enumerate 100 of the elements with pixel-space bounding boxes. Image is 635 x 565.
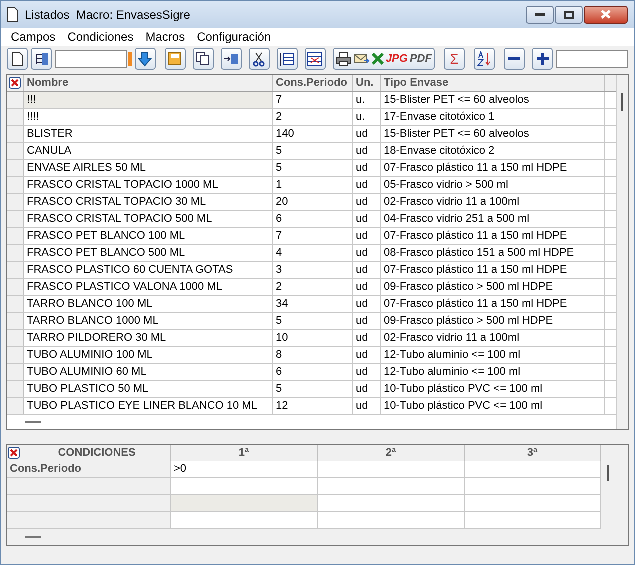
row-selector[interactable] [7,347,24,363]
splitter-marker-icon [128,52,132,66]
row-selector[interactable] [7,313,24,329]
row-selector[interactable] [7,194,24,210]
table-cell: 05-Frasco vidrio > 500 ml [381,177,605,193]
table-cell[interactable] [171,495,318,511]
table-cell: TARRO BLANCO 100 ML [24,296,273,312]
insert-column-icon [223,52,240,66]
row-selector[interactable] [7,126,24,142]
table-cell: 3 [273,262,353,278]
row-selector[interactable] [7,296,24,312]
add-button[interactable] [532,48,554,70]
sort-button[interactable] [474,48,495,70]
table-cell: 34 [273,296,353,312]
table-cell[interactable] [318,495,465,511]
column-header[interactable]: CONDICIONES [58,445,136,461]
envelope-icon [354,52,370,66]
row-selector[interactable] [7,177,24,193]
column-header[interactable]: Cons.Periodo [273,75,353,91]
row-selector[interactable] [7,143,24,159]
maximize-button[interactable] [555,6,583,24]
minimize-icon [535,12,545,16]
splitter-handle[interactable] [25,421,41,423]
table-cell[interactable] [171,478,318,494]
column-header[interactable]: 3ª [527,445,538,461]
row-selector[interactable] [7,109,24,125]
printer-icon [336,52,352,66]
jpg-export-button[interactable]: JPG [386,50,408,68]
table-cell: 07-Frasco plástico 11 a 150 ml HDPE [381,262,605,278]
column-header[interactable]: Tipo Envase [381,75,605,91]
tree-icon [34,52,49,66]
close-grid-icon[interactable] [8,447,20,459]
row-selector[interactable] [7,211,24,227]
table-cell: TUBO PLASTICO 50 ML [24,381,273,397]
table-cell[interactable] [465,461,601,477]
table-cell: 5 [273,143,353,159]
table-cell[interactable] [318,461,465,477]
column-header[interactable]: Nombre [24,75,273,91]
row-selector[interactable] [7,398,24,414]
table-cell[interactable] [465,495,601,511]
menu-item[interactable]: Configuración [191,28,278,46]
table-cell: 5 [273,381,353,397]
row-selector[interactable] [7,245,24,261]
close-grid-icon[interactable] [9,77,21,89]
table-cell: 07-Frasco plástico 11 a 150 ml HDPE [381,228,605,244]
text-field[interactable] [55,50,128,68]
restore-icon [564,10,574,18]
row-selector[interactable] [7,381,24,397]
row-selector[interactable] [7,262,24,278]
scroll-thumb[interactable] [607,465,609,481]
row-selector[interactable] [7,279,24,295]
sum-button[interactable]: Σ [444,48,465,70]
remove-button[interactable] [504,48,525,70]
grid-button[interactable] [304,48,326,70]
table-cell[interactable] [318,512,465,528]
row-height-button[interactable] [276,48,298,70]
table-cell: 04-Frasco vidrio 251 a 500 ml [381,211,605,227]
copy-button[interactable] [192,48,214,70]
menu-item[interactable]: Campos [5,28,62,46]
sort-icon [476,51,492,67]
table-cell[interactable] [318,478,465,494]
menu-item[interactable]: Condiciones [62,28,140,46]
row-header: Cons.Periodo [7,461,171,477]
pdf-export-button[interactable]: PDF [410,50,432,68]
menu-item[interactable]: Macros [140,28,192,46]
table-cell[interactable]: >0 [171,461,318,477]
table-cell[interactable] [465,478,601,494]
column-header[interactable]: 1ª [238,445,250,461]
scissors-icon [253,52,266,66]
table-cell[interactable] [465,512,601,528]
table-cell: 02-Frasco vidrio 11 a 100ml [381,194,605,210]
search-field[interactable] [556,50,628,68]
splitter-handle[interactable] [25,536,41,538]
table-cell: 07-Frasco plástico 11 a 150 ml HDPE [381,160,605,176]
new-button[interactable] [7,48,28,70]
column-header[interactable]: Un. [353,75,381,91]
row-selector[interactable] [7,160,24,176]
table-cell: !!! [24,92,273,108]
save-button[interactable] [164,48,186,70]
table-cell: TARRO BLANCO 1000 ML [24,313,273,329]
tree-button[interactable] [31,48,52,70]
insert-button[interactable] [220,48,242,70]
row-selector[interactable] [7,228,24,244]
table-cell: 5 [273,160,353,176]
table-cell: 02-Frasco vidrio 11 a 100ml [381,330,605,346]
table-cell[interactable] [171,512,318,528]
minimize-button[interactable] [526,6,554,24]
close-button[interactable] [584,6,628,24]
minus-icon [508,57,520,61]
vertical-scrollbar[interactable] [616,75,628,429]
row-height-icon [279,52,296,66]
scroll-thumb[interactable] [621,93,623,111]
download-button[interactable] [134,48,156,70]
column-header[interactable]: 2ª [386,445,396,461]
row-selector[interactable] [7,364,24,380]
row-selector[interactable] [7,330,24,346]
grid-icon [307,52,324,66]
table-cell: 09-Frasco plástico > 500 ml HDPE [381,313,605,329]
cut-button[interactable] [248,48,270,70]
table-cell: TUBO ALUMINIO 60 ML [24,364,273,380]
